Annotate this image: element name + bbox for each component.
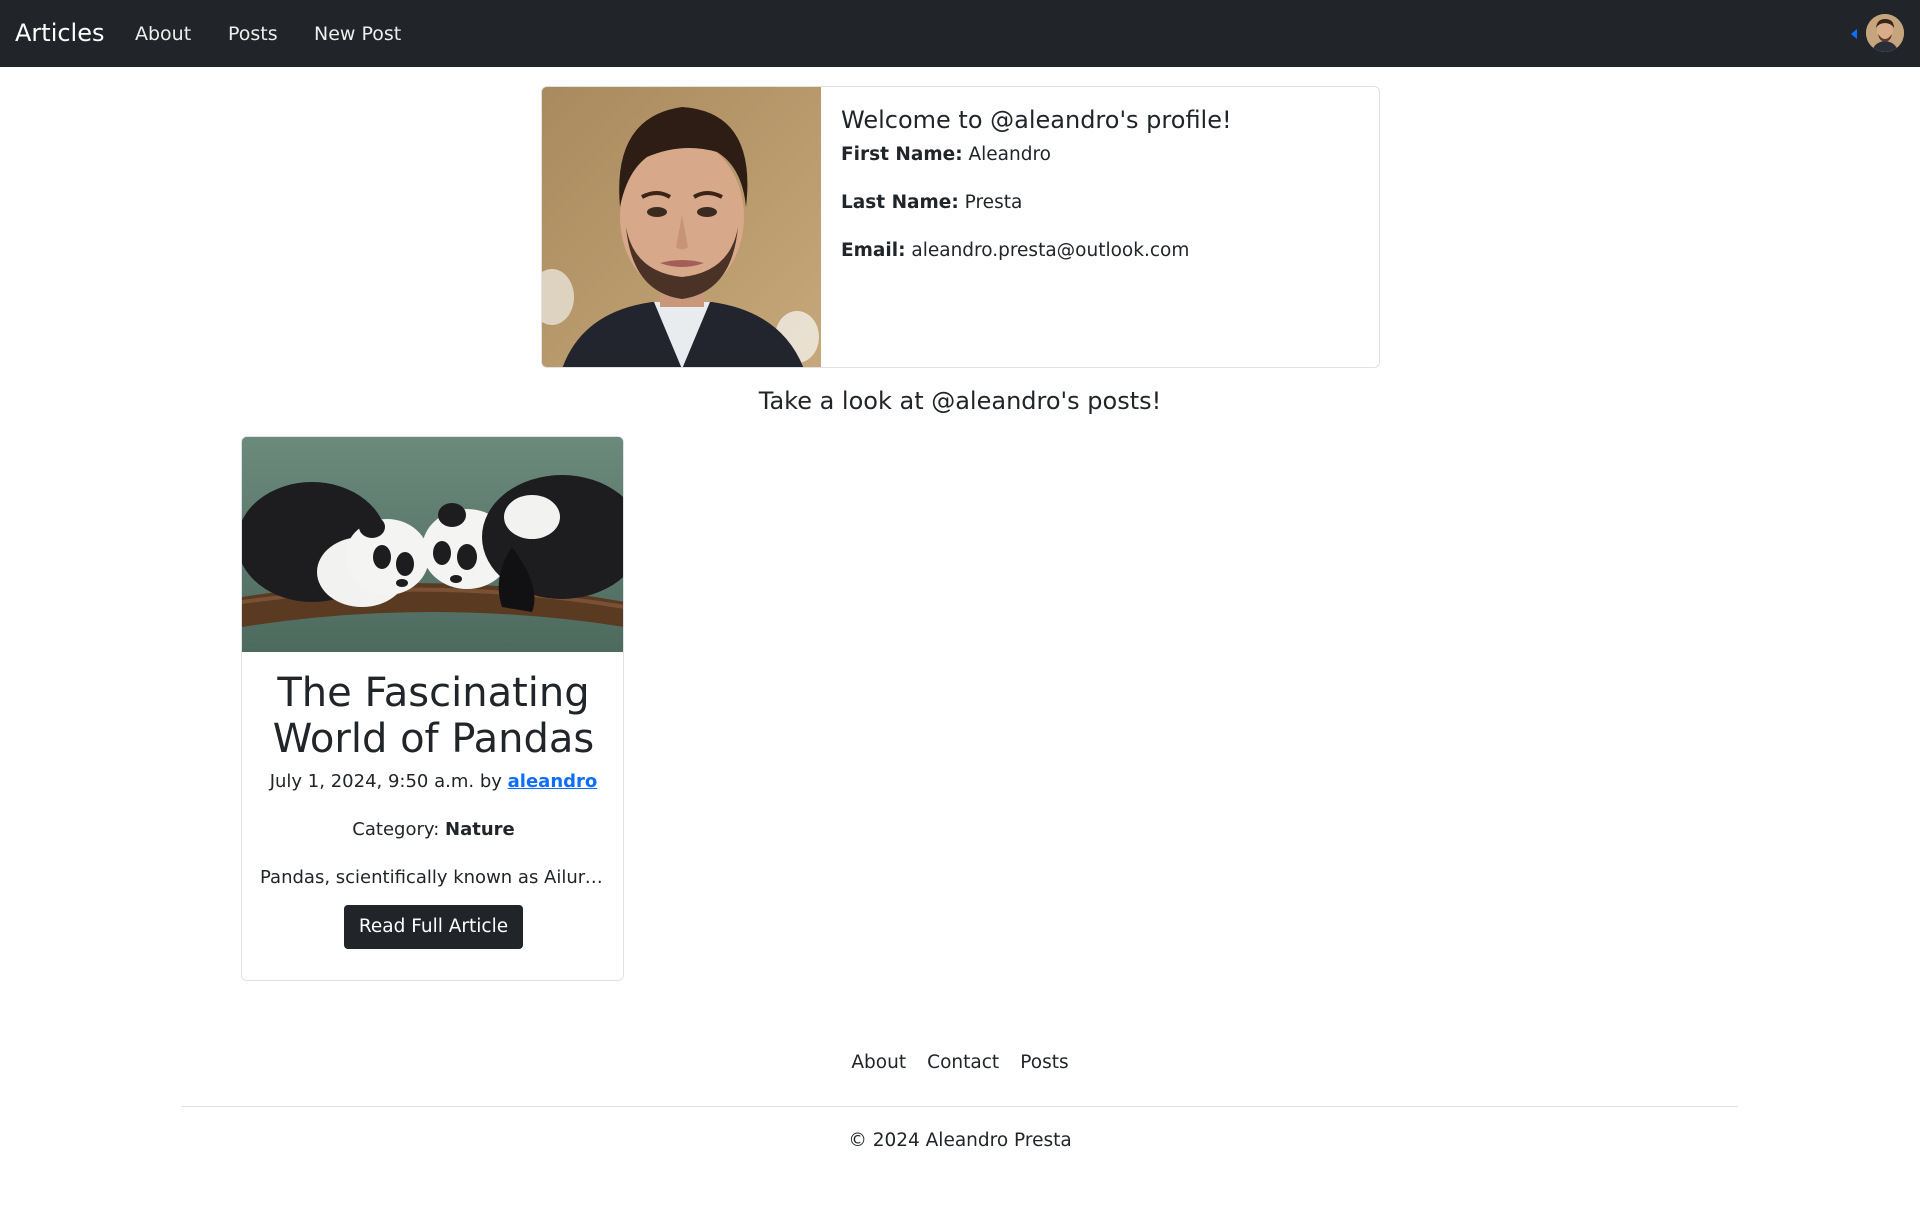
last-name-row: Last Name: Presta [841,191,1232,215]
post-author-link[interactable]: aleandro [508,771,598,792]
nav-link-about[interactable]: About [135,22,191,46]
navbar: Articles About Posts New Post [0,0,1920,67]
first-name-label: First Name: [841,144,963,165]
nav-link-posts[interactable]: Posts [228,22,278,46]
footer-link-about[interactable]: About [851,1052,906,1073]
post-excerpt: Pandas, scientifically known as Ailuropo… [260,867,623,888]
pandas-image [242,437,623,652]
post-title: The Fascinating World of Pandas [272,670,595,762]
read-full-article-button[interactable]: Read Full Article [343,905,524,949]
post-image [242,437,623,652]
nav-link-new-post[interactable]: New Post [314,22,401,46]
last-name-label: Last Name: [841,192,959,213]
dropdown-caret-icon[interactable] [1851,29,1857,39]
post-meta: July 1, 2024, 9:50 a.m. by aleandro [242,770,623,794]
copyright: © 2024 Aleandro Presta [848,1130,1072,1151]
user-avatar[interactable] [1866,14,1904,52]
category-label: Category: [352,819,440,840]
profile-photo [542,87,821,367]
profile-title: Welcome to @aleandro's profile! [841,106,1232,134]
first-name-value: Aleandro [968,144,1051,165]
post-by: by [479,771,502,792]
footer-link-posts[interactable]: Posts [1020,1052,1068,1073]
footer-divider [181,1106,1738,1107]
profile-portrait-image [542,87,821,367]
brand-link[interactable]: Articles [15,17,105,49]
first-name-row: First Name: Aleandro [841,143,1232,167]
category-value: Nature [445,819,515,840]
post-body: The Fascinating World of Pandas July 1, … [242,670,623,949]
avatar-portrait-icon [1866,14,1904,52]
email-label: Email: [841,240,906,261]
last-name-value: Presta [964,192,1023,213]
footer-link-contact[interactable]: Contact [927,1052,999,1073]
profile-details: Welcome to @aleandro's profile! First Na… [841,105,1232,287]
email-row: Email: aleandro.presta@outlook.com [841,239,1232,263]
footer-nav: About Contact Posts [0,1051,1920,1075]
post-category: Category: Nature [242,818,623,842]
posts-heading: Take a look at @aleandro's posts! [758,387,1162,415]
post-date: July 1, 2024, 9:50 a.m. [269,771,475,792]
email-value: aleandro.presta@outlook.com [911,240,1190,261]
post-card: The Fascinating World of Pandas July 1, … [241,436,624,981]
profile-card: Welcome to @aleandro's profile! First Na… [541,86,1380,368]
